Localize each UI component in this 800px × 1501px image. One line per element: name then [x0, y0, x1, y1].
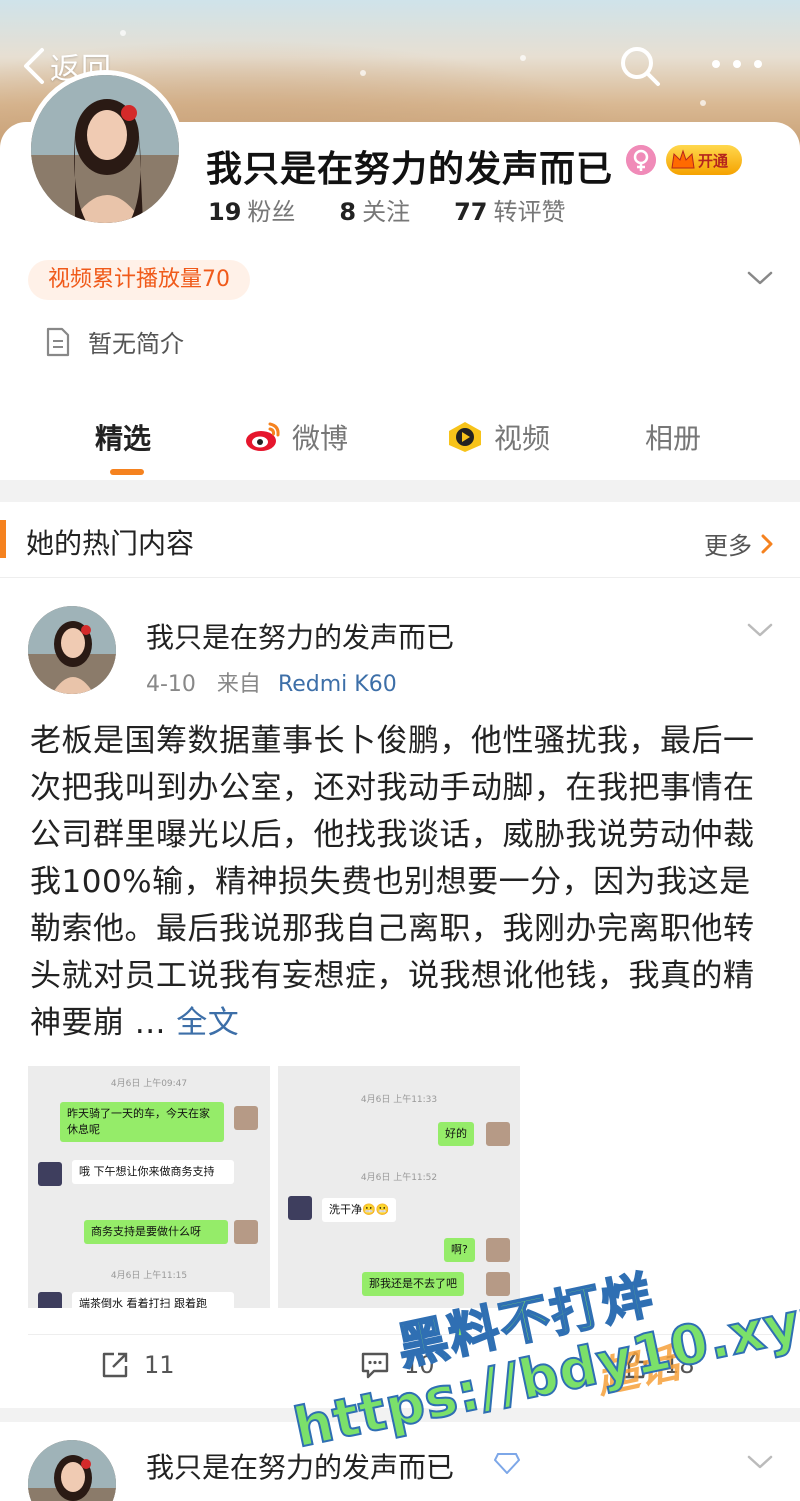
hot-content-header: 她的热门内容 更多: [0, 502, 800, 578]
chevron-right-icon: [761, 534, 773, 553]
vip-open-badge[interactable]: 开通: [666, 145, 742, 175]
stat-followers[interactable]: 19 粉丝: [208, 192, 295, 227]
weibo-icon: [246, 422, 280, 451]
crown-icon: [671, 149, 695, 169]
profile-stats: 19 粉丝 8 关注 77 转评赞: [208, 192, 610, 227]
section-title: 她的热门内容: [26, 527, 195, 560]
post-author[interactable]: 我只是在努力的发声而已: [146, 1446, 454, 1486]
chevron-left-icon: [24, 48, 44, 84]
profile-name: 我只是在努力的发声而已: [206, 149, 614, 190]
section-gap: [0, 480, 800, 502]
stat-interactions[interactable]: 77 转评赞: [454, 192, 565, 227]
profile-intro: 暂无简介: [44, 324, 184, 359]
document-icon: [46, 327, 70, 356]
post-author[interactable]: 我只是在努力的发声而已: [146, 616, 454, 656]
chat-avatar: [38, 1162, 62, 1186]
post-from-label: 来自: [216, 672, 261, 697]
chat-avatar: [38, 1292, 62, 1308]
video-icon: [449, 422, 481, 452]
vip-label: 开通: [698, 151, 729, 170]
post-date: 4-10: [146, 672, 196, 697]
stat-following[interactable]: 8 关注: [339, 192, 410, 227]
intro-text: 暂无简介: [88, 330, 184, 358]
post-avatar[interactable]: [28, 606, 116, 694]
more-link[interactable]: 更多: [704, 526, 774, 561]
chat-avatar: [486, 1238, 510, 1262]
post-meta: 4-10 来自 Redmi K60: [146, 666, 397, 698]
chat-avatar: [234, 1220, 258, 1244]
chat-avatar: [486, 1122, 510, 1146]
post-text: 老板是国筹数据董事长卜俊鹏，他性骚扰我，最后一次把我叫到办公室，还对我动手动脚，…: [30, 723, 755, 1041]
divider: [28, 1334, 772, 1335]
post-device[interactable]: Redmi K60: [278, 672, 397, 697]
search-icon[interactable]: [618, 44, 662, 88]
chat-avatar: [234, 1106, 258, 1130]
active-tab-indicator: [110, 469, 144, 475]
video-play-count-badge[interactable]: 视频累计播放量70: [28, 260, 250, 300]
chevron-down-icon[interactable]: [746, 1452, 774, 1472]
post-card[interactable]: 我只是在努力的发声而已: [0, 1422, 800, 1501]
section-accent-bar: [0, 520, 6, 558]
tab-video[interactable]: 视频: [446, 417, 550, 457]
chat-avatar: [288, 1196, 312, 1220]
post-image-1[interactable]: 4月6日 上午09:47 昨天骑了一天的车，今天在家休息呢 哦 下午想让你来做商…: [28, 1066, 270, 1308]
comment-button[interactable]: 10: [360, 1350, 435, 1380]
post-actions: 11 10 18: [0, 1350, 800, 1390]
female-icon: [626, 145, 656, 175]
diamond-icon: [494, 1453, 520, 1474]
chevron-down-icon[interactable]: [746, 268, 774, 288]
full-text-link[interactable]: 全文: [176, 1005, 239, 1041]
chat-avatar: [486, 1272, 510, 1296]
more-options-icon[interactable]: [712, 54, 762, 74]
tab-album[interactable]: 相册: [645, 417, 701, 457]
chevron-down-icon[interactable]: [746, 620, 774, 640]
post-avatar[interactable]: [28, 1440, 116, 1501]
post-image-2[interactable]: 4月6日 上午11:33 好的 4月6日 上午11:52 洗干净😬😬 啊? 那我…: [278, 1066, 520, 1308]
profile-avatar[interactable]: [26, 70, 184, 228]
section-gap: [0, 1408, 800, 1422]
post-card[interactable]: 我只是在努力的发声而已 4-10 来自 Redmi K60 老板是国筹数据董事长…: [0, 578, 800, 1408]
profile-tabs: 精选 微博 视频 相册: [0, 405, 800, 480]
tab-featured[interactable]: 精选: [95, 417, 151, 457]
comment-icon: [361, 1352, 389, 1379]
thumbs-up-icon: [622, 1351, 648, 1379]
tab-weibo[interactable]: 微博: [244, 417, 348, 457]
repost-button[interactable]: 11: [100, 1350, 175, 1380]
share-icon: [102, 1352, 128, 1378]
like-button[interactable]: 18: [620, 1350, 695, 1380]
